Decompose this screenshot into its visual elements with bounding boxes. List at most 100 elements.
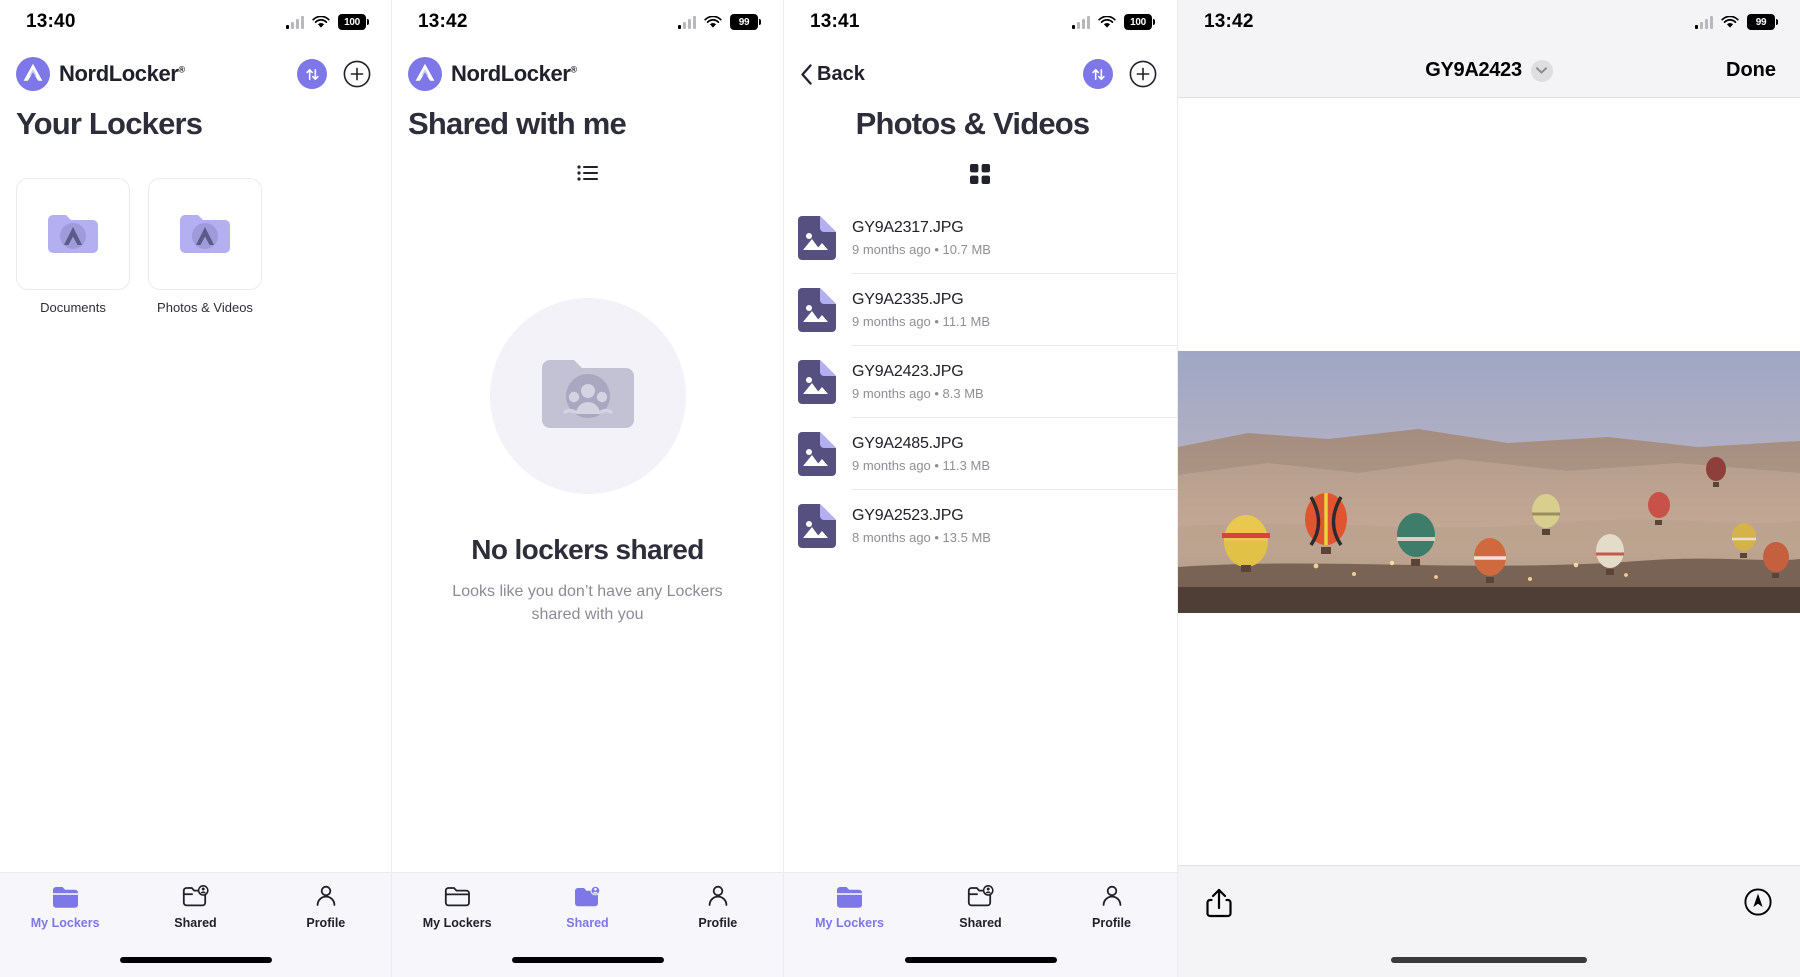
tab-label: Profile xyxy=(1092,916,1131,930)
person-icon xyxy=(704,883,732,909)
home-indicator xyxy=(904,957,1057,963)
cellular-bars-icon xyxy=(1072,15,1090,29)
locker-item[interactable]: Documents xyxy=(16,178,130,315)
locker-item[interactable]: Photos & Videos xyxy=(148,178,262,315)
folder-shared-icon xyxy=(181,883,209,909)
back-button[interactable]: Back xyxy=(800,63,865,86)
locker-card[interactable] xyxy=(148,178,262,290)
back-label: Back xyxy=(817,62,865,85)
status-indicators: 99 xyxy=(678,14,761,30)
battery-level: 100 xyxy=(338,14,366,30)
tab-bar: My Lockers Shared Profile xyxy=(0,872,391,977)
empty-state-title: No lockers shared xyxy=(471,534,704,565)
screen-photo-preview: 13:42 99 GY9A2423 Done xyxy=(1178,0,1800,977)
plus-circle-icon xyxy=(343,60,371,88)
header-actions xyxy=(297,59,371,89)
brand-name: NordLocker® xyxy=(451,61,577,86)
locker-card[interactable] xyxy=(16,178,130,290)
screen-your-lockers: 13:40 100 NordLocker® Your Lockers Docum… xyxy=(0,0,392,977)
tab-bar: My Lockers Shared Profile xyxy=(784,872,1177,977)
registered-mark: ® xyxy=(178,64,185,75)
status-bar: 13:40 100 xyxy=(0,0,391,44)
add-button[interactable] xyxy=(1129,60,1157,88)
image-file-icon xyxy=(798,215,836,260)
folder-shared-icon xyxy=(967,883,995,909)
preview-title-group[interactable]: GY9A2423 xyxy=(1178,59,1800,82)
image-file-icon xyxy=(798,503,836,548)
file-list-item[interactable]: GY9A2423.JPG 9 months ago • 8.3 MB xyxy=(784,346,1177,418)
chevron-down-icon[interactable] xyxy=(1530,59,1553,82)
image-file-icon xyxy=(798,431,836,476)
app-header: NordLocker® xyxy=(0,44,391,94)
battery-level: 100 xyxy=(1124,14,1152,30)
brand-logo: NordLocker® xyxy=(408,57,577,91)
folder-icon xyxy=(443,883,471,909)
done-button[interactable]: Done xyxy=(1726,59,1776,82)
locker-grid: Documents Photos & Videos xyxy=(0,142,391,315)
app-header: Back xyxy=(784,44,1177,94)
tab-bar: My Lockers Shared Profile xyxy=(392,872,783,977)
tab-label: Shared xyxy=(174,916,217,930)
add-button[interactable] xyxy=(343,60,371,88)
home-indicator xyxy=(511,957,664,963)
cellular-bars-icon xyxy=(678,15,696,29)
folder-icon xyxy=(51,883,79,909)
shared-folder-people-icon xyxy=(541,360,634,428)
file-list-item[interactable]: GY9A2523.JPG 8 months ago • 13.5 MB xyxy=(784,490,1177,561)
sort-button[interactable] xyxy=(1083,59,1113,89)
share-icon xyxy=(1206,888,1232,918)
battery-level: 99 xyxy=(1747,14,1775,30)
list-view-icon[interactable] xyxy=(576,164,599,186)
status-bar: 13:42 99 xyxy=(1178,0,1800,44)
sort-button[interactable] xyxy=(297,59,327,89)
wifi-icon xyxy=(1098,15,1116,28)
page-title: Photos & Videos xyxy=(855,106,1091,141)
markup-button[interactable] xyxy=(1744,888,1772,921)
tab-profile[interactable]: Profile xyxy=(261,883,391,977)
registered-mark: ® xyxy=(570,64,577,75)
sort-arrows-icon xyxy=(305,68,319,80)
sort-arrows-icon xyxy=(1091,68,1105,80)
status-time: 13:42 xyxy=(418,11,468,32)
tab-my-lockers[interactable]: My Lockers xyxy=(784,883,915,977)
status-time: 13:40 xyxy=(26,11,76,32)
status-bar: 13:42 99 xyxy=(392,0,783,44)
view-toggle-row xyxy=(784,142,1177,186)
home-indicator xyxy=(119,957,272,963)
battery-level: 99 xyxy=(730,14,758,30)
wifi-icon xyxy=(704,15,722,28)
person-icon xyxy=(312,883,340,909)
preview-title: GY9A2423 xyxy=(1425,59,1522,81)
tab-my-lockers[interactable]: My Lockers xyxy=(0,883,130,977)
tab-label: Shared xyxy=(566,916,609,930)
file-list-item[interactable]: GY9A2485.JPG 9 months ago • 11.3 MB xyxy=(784,418,1177,490)
cellular-bars-icon xyxy=(1695,15,1713,29)
preview-toolbar xyxy=(1178,865,1800,977)
app-header: NordLocker® xyxy=(392,44,783,94)
tab-my-lockers[interactable]: My Lockers xyxy=(392,883,522,977)
brand-logo: NordLocker® xyxy=(16,57,185,91)
markup-circle-icon xyxy=(1744,888,1772,916)
file-meta: 9 months ago • 11.3 MB xyxy=(852,457,990,473)
status-indicators: 99 xyxy=(1695,14,1778,30)
file-list-item[interactable]: GY9A2317.JPG 9 months ago • 10.7 MB xyxy=(784,202,1177,274)
folder-icon xyxy=(836,883,864,909)
share-button[interactable] xyxy=(1206,888,1232,923)
file-name: GY9A2485.JPG xyxy=(852,434,964,452)
photo-preview-image[interactable] xyxy=(1178,350,1800,613)
status-time: 13:42 xyxy=(1204,11,1254,32)
tab-profile[interactable]: Profile xyxy=(653,883,783,977)
tab-profile[interactable]: Profile xyxy=(1046,883,1177,977)
grid-view-icon[interactable] xyxy=(969,164,992,186)
status-indicators: 100 xyxy=(286,14,369,30)
file-list-item[interactable]: GY9A2335.JPG 9 months ago • 11.1 MB xyxy=(784,274,1177,346)
home-indicator xyxy=(1391,957,1587,963)
battery-icon: 99 xyxy=(730,14,761,30)
file-meta: 8 months ago • 13.5 MB xyxy=(852,529,991,545)
status-bar: 13:41 100 xyxy=(784,0,1177,44)
file-name: GY9A2423.JPG xyxy=(852,362,964,380)
brand-name: NordLocker® xyxy=(59,61,185,86)
tab-label: Profile xyxy=(698,916,738,930)
file-name: GY9A2335.JPG xyxy=(852,290,964,308)
locker-label: Photos & Videos xyxy=(157,300,253,315)
